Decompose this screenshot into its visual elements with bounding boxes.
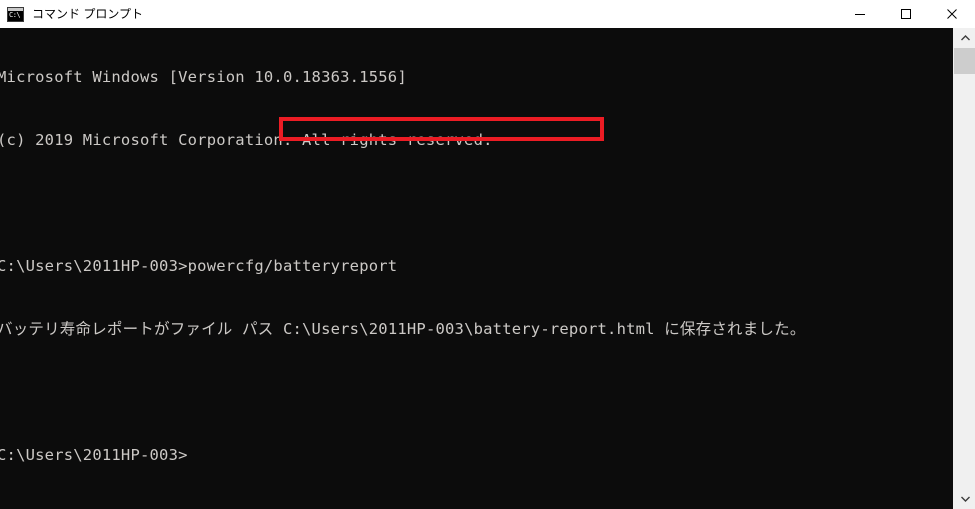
console-icon-prompt-text: C:\ [9,10,21,19]
console-line: Microsoft Windows [Version 10.0.18363.15… [0,68,407,86]
minimize-icon [855,14,865,15]
console-icon: C:\ [7,6,24,22]
window-title: コマンド プロンプト [32,7,143,21]
window-controls [837,0,975,28]
console-text: Microsoft Windows [Version 10.0.18363.15… [0,28,806,508]
console-line-blank [0,382,806,403]
chevron-down-icon [960,496,970,502]
console-line-blank [0,193,806,214]
console-line-prompt: C:\Users\2011HP-003> [0,446,188,464]
maximize-button[interactable] [883,0,929,28]
scroll-up-button[interactable] [954,28,975,48]
chevron-up-icon [960,35,970,41]
command-prompt-window: C:\ コマンド プロンプト Microsoft Windows [Versio… [0,0,975,509]
maximize-icon [901,9,911,19]
console-line-message: バッテリ寿命レポートがファイル パス C:\Users\2011HP-003\b… [0,320,806,338]
console-output-area[interactable]: Microsoft Windows [Version 10.0.18363.15… [0,28,953,509]
scrollbar-thumb[interactable] [954,48,975,74]
title-bar[interactable]: C:\ コマンド プロンプト [0,0,975,28]
close-button[interactable] [929,0,975,28]
close-icon [947,9,957,19]
scrollbar-track[interactable] [954,74,975,489]
console-line: (c) 2019 Microsoft Corporation. All righ… [0,131,493,149]
minimize-button[interactable] [837,0,883,28]
console-line-command: C:\Users\2011HP-003>powercfg/batteryrepo… [0,257,398,275]
scroll-down-button[interactable] [954,489,975,509]
vertical-scrollbar[interactable] [953,28,975,509]
